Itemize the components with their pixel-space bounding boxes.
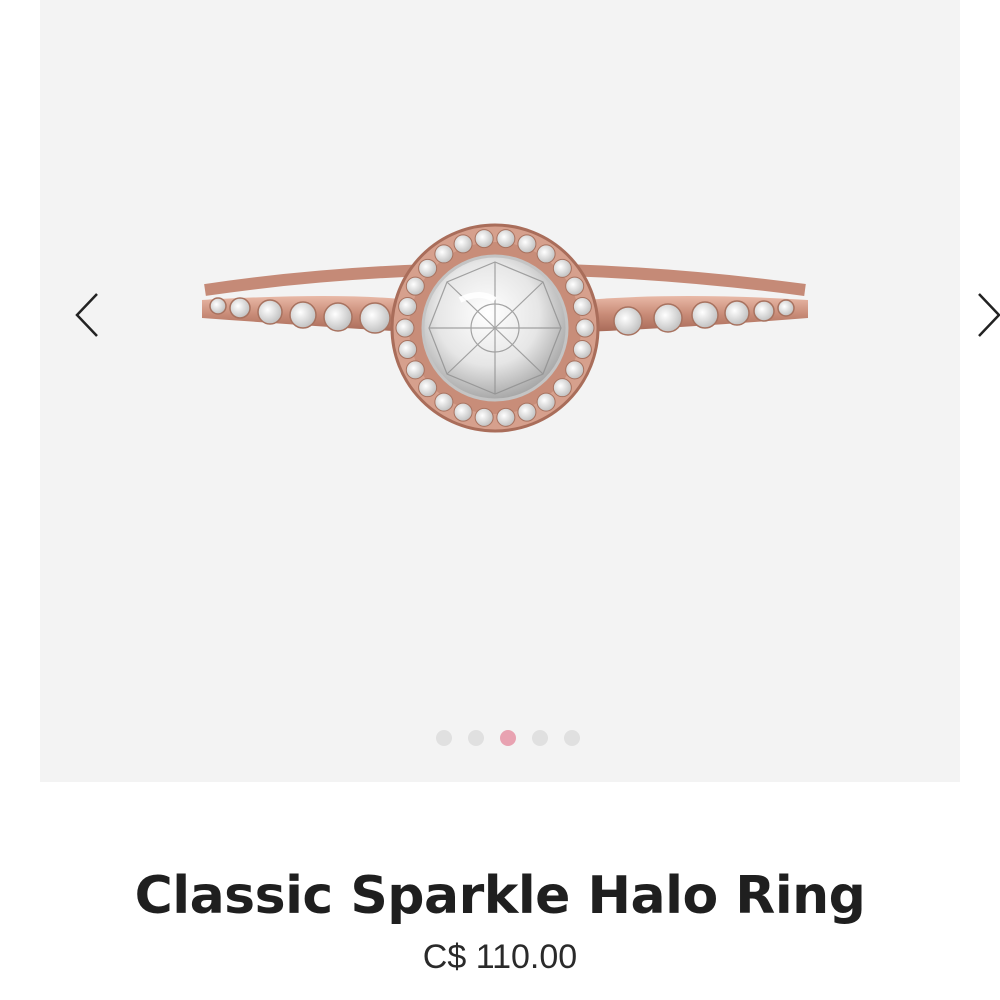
gallery-dot[interactable] [468, 730, 484, 746]
halo-stone [405, 276, 425, 296]
halo-stone [496, 229, 516, 249]
halo-stone [552, 258, 572, 278]
next-image-button[interactable] [968, 290, 1000, 340]
gallery-pagination [436, 730, 580, 746]
halo-stone [575, 318, 595, 338]
chevron-left-icon [75, 293, 98, 337]
halo-stone [565, 360, 585, 380]
gallery-dot-active[interactable] [500, 730, 516, 746]
product-price: C$ 110.00 [422, 938, 578, 976]
halo-stone [398, 296, 418, 316]
product-image-ring [202, 223, 808, 433]
prev-image-button[interactable] [68, 290, 108, 340]
halo-stone [434, 244, 454, 264]
halo-stone [536, 244, 556, 264]
halo-stone [572, 340, 592, 360]
halo-stone [418, 378, 438, 398]
halo-stone [395, 318, 415, 338]
product-title: Classic Sparkle Halo Ring [134, 866, 866, 926]
halo-stone [434, 392, 454, 412]
halo-stone [405, 360, 425, 380]
halo-stone [474, 407, 494, 427]
halo-stone [474, 229, 494, 249]
halo-stone [572, 296, 592, 316]
halo-stone [398, 340, 418, 360]
gallery-dot[interactable] [564, 730, 580, 746]
gallery-dot[interactable] [532, 730, 548, 746]
halo-stone [453, 234, 473, 254]
halo-stone [517, 234, 537, 254]
halo-stone [536, 392, 556, 412]
halo-stone [565, 276, 585, 296]
halo-stone [552, 378, 572, 398]
halo-stone [418, 258, 438, 278]
gallery-dot[interactable] [436, 730, 452, 746]
chevron-right-icon [978, 293, 1000, 337]
product-image-gallery[interactable] [40, 0, 1000, 782]
halo-stone [453, 402, 473, 422]
halo-stone [496, 407, 516, 427]
halo-stone [517, 402, 537, 422]
